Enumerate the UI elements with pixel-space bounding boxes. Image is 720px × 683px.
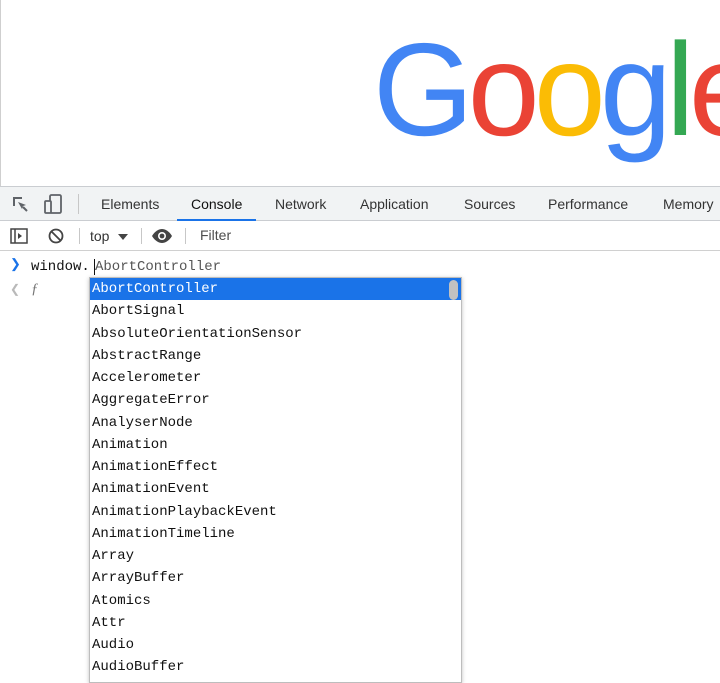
autocomplete-dropdown[interactable]: AbortController AbortSignal AbsoluteOrie…: [89, 277, 462, 683]
suggestion-item[interactable]: AbstractRange: [90, 345, 461, 367]
toolbar-divider: [141, 228, 142, 244]
toolbar-divider: [79, 228, 80, 244]
suggestion-item[interactable]: Atomics: [90, 590, 461, 612]
tab-elements[interactable]: Elements: [101, 187, 159, 220]
suggestion-item[interactable]: AnimationTimeline: [90, 523, 461, 545]
suggestion-item-selected[interactable]: AbortController: [90, 278, 461, 301]
logo-letter-g: G: [373, 16, 474, 163]
suggestion-item[interactable]: Attr: [90, 612, 461, 634]
suggestion-item[interactable]: AnimationPlaybackEvent: [90, 501, 461, 523]
devtools-panel: Elements Console Network Application Sou…: [0, 186, 720, 683]
suggestion-item[interactable]: AudioBuffer: [90, 656, 461, 678]
suggestion-item[interactable]: AnimationEvent: [90, 478, 461, 500]
tab-console[interactable]: Console: [176, 187, 257, 221]
tab-network[interactable]: Network: [275, 187, 326, 220]
suggestion-item[interactable]: ArrayBuffer: [90, 567, 461, 589]
sidebar-toggle-icon[interactable]: [10, 228, 28, 244]
google-logo: Google: [373, 24, 720, 156]
toolbar-divider: [185, 228, 186, 244]
tab-sources[interactable]: Sources: [464, 187, 515, 220]
logo-letter-l: l: [665, 16, 695, 163]
suggestion-item[interactable]: AggregateError: [90, 389, 461, 411]
inspect-element-icon[interactable]: [9, 193, 31, 215]
tab-divider: [78, 194, 79, 214]
browser-page: Google: [0, 0, 720, 186]
context-selector[interactable]: top: [90, 228, 129, 244]
result-arrow-icon: ❮: [10, 283, 21, 297]
devtools-tabbar: Elements Console Network Application Sou…: [0, 187, 720, 221]
suggestion-item[interactable]: AnimationEffect: [90, 456, 461, 478]
filter-input[interactable]: [192, 222, 720, 248]
console-toolbar: top: [0, 221, 720, 251]
logo-letter-e: e: [689, 24, 720, 156]
tab-memory[interactable]: Memory: [663, 187, 714, 220]
console-input[interactable]: window.: [31, 259, 90, 275]
suggestion-item[interactable]: Array: [90, 545, 461, 567]
autocomplete-scrollbar[interactable]: [449, 280, 458, 300]
suggestion-item[interactable]: AbsoluteOrientationSensor: [90, 323, 461, 345]
console-result: ƒ: [31, 281, 39, 297]
console-output[interactable]: ❯ window. AbortController ❮ ƒ AbortContr…: [0, 251, 720, 683]
tab-application[interactable]: Application: [360, 187, 429, 220]
autocomplete-ghost-text: AbortController: [95, 259, 222, 275]
clear-console-icon[interactable]: [47, 227, 65, 245]
suggestion-item[interactable]: Audio: [90, 634, 461, 656]
logo-letter-g2: g: [599, 16, 672, 163]
device-toolbar-icon[interactable]: [43, 193, 65, 215]
context-value: top: [90, 228, 110, 244]
suggestion-item[interactable]: AbortSignal: [90, 300, 461, 322]
suggestion-item[interactable]: AnalyserNode: [90, 412, 461, 434]
eye-icon[interactable]: [151, 228, 173, 244]
logo-letter-o1: o: [467, 16, 540, 163]
logo-letter-o2: o: [533, 16, 606, 163]
prompt-chevron-icon: ❯: [10, 257, 21, 272]
dropdown-triangle-icon: [118, 234, 129, 240]
suggestion-item[interactable]: Animation: [90, 434, 461, 456]
tab-performance[interactable]: Performance: [548, 187, 628, 220]
suggestion-item[interactable]: Accelerometer: [90, 367, 461, 389]
